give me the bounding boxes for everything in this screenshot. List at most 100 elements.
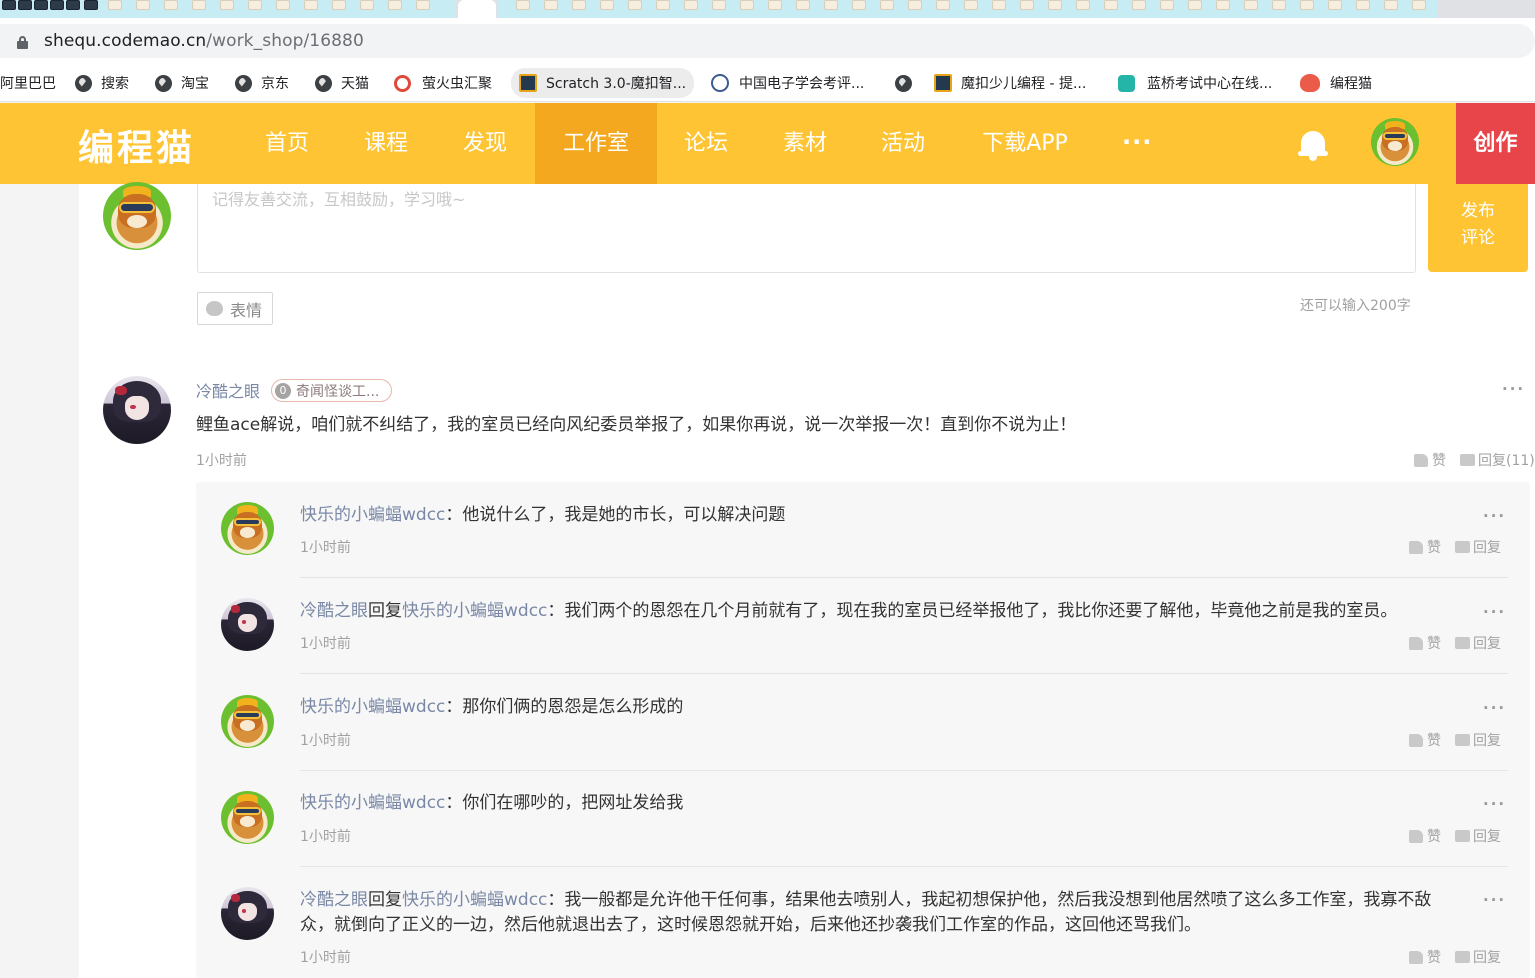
reply-like-button[interactable]: 赞 xyxy=(1409,947,1441,967)
reply-like-button[interactable]: 赞 xyxy=(1409,633,1441,653)
bookmark-cie[interactable]: 中国电子学会考评... xyxy=(711,68,864,98)
bookmark-codemao[interactable]: 编程猫 xyxy=(1300,68,1372,98)
bookmark-lanqiao[interactable]: 蓝桥考试中心在线... xyxy=(1118,68,1272,98)
reply-reply-button[interactable]: 回复 xyxy=(1455,730,1501,750)
bookmark-label: 淘宝 xyxy=(181,76,209,92)
tab-favicon xyxy=(248,0,262,10)
url-input[interactable]: shequ.codemao.cn/work_shop/16880 xyxy=(0,24,1535,58)
reply-time: 1小时前 xyxy=(300,540,351,556)
reply-reply-button[interactable]: 回复 xyxy=(1455,633,1501,653)
reply-reply-button[interactable]: 回复 xyxy=(1455,947,1501,967)
reply-time: 1小时前 xyxy=(300,950,351,966)
bookmark-alibaba[interactable]: 阿里巴巴 xyxy=(0,68,56,98)
reply-divider xyxy=(300,770,1508,771)
reply-author[interactable]: 冷酷之眼 xyxy=(300,890,368,910)
like-label: 赞 xyxy=(1432,453,1446,469)
bookmark-firefly[interactable]: 萤火虫汇聚 xyxy=(394,68,492,98)
nav-events[interactable]: 活动 xyxy=(860,103,946,184)
nav-forum[interactable]: 论坛 xyxy=(663,103,749,184)
site-navbar: 编程猫 首页 课程 发现 工作室 论坛 素材 活动 下载APP ··· xyxy=(0,103,1535,184)
comment-author-avatar[interactable] xyxy=(103,376,171,444)
comment-more-icon[interactable]: ··· xyxy=(1502,380,1525,398)
publish-comment-button[interactable]: 发布 评论 xyxy=(1428,184,1528,272)
bell-icon[interactable] xyxy=(1298,129,1328,161)
reply-author[interactable]: 冷酷之眼 xyxy=(300,601,368,621)
tab-favicon xyxy=(656,0,670,10)
bookmark-search[interactable]: 搜索 xyxy=(75,68,129,98)
reply-more-icon[interactable]: ··· xyxy=(1483,699,1506,717)
tab-favicon xyxy=(1328,0,1342,10)
url-text[interactable]: shequ.codemao.cn/work_shop/16880 xyxy=(44,31,364,51)
reply-target[interactable]: 快乐的小蝙蝠wdcc xyxy=(402,890,547,910)
reply-reply-button[interactable]: 回复 xyxy=(1455,826,1501,846)
reply-avatar[interactable] xyxy=(221,695,274,748)
tab-favicon xyxy=(136,0,150,10)
bookmark-label: 中国电子学会考评... xyxy=(739,76,865,92)
bookmark-globe[interactable] xyxy=(895,68,921,98)
tab-favicon xyxy=(164,0,178,10)
reply-author[interactable]: 快乐的小蝙蝠wdcc xyxy=(300,793,445,813)
reply-author[interactable]: 快乐的小蝙蝠wdcc xyxy=(300,697,445,717)
lock-icon[interactable] xyxy=(17,36,28,49)
bookmark-jd[interactable]: 京东 xyxy=(235,68,289,98)
create-button[interactable]: 创作 xyxy=(1456,103,1535,184)
nav-workshop[interactable]: 工作室 xyxy=(535,103,657,184)
tab-favicon xyxy=(1384,0,1398,10)
bookmark-taobao[interactable]: 淘宝 xyxy=(155,68,209,98)
tab-favicon xyxy=(740,0,754,10)
comment-reply-button[interactable]: 回复(11) xyxy=(1460,450,1535,470)
workshop-badge[interactable]: 0 奇闻怪谈工... xyxy=(271,379,393,402)
more-icon[interactable]: ··· xyxy=(1122,103,1152,184)
bookmark-label: 魔扣少儿编程 - 提... xyxy=(961,76,1087,92)
char-count: 还可以输入200字 xyxy=(1300,298,1411,314)
pinned-tabs[interactable] xyxy=(0,0,456,18)
bookmark-scratch[interactable]: Scratch 3.0-魔扣智... xyxy=(511,68,695,98)
browser-tab-strip[interactable] xyxy=(0,0,1535,18)
user-avatar[interactable] xyxy=(1371,118,1419,166)
cat-emoji-icon xyxy=(206,301,223,316)
active-tab[interactable] xyxy=(458,0,496,18)
tab-favicon xyxy=(824,0,838,10)
reply-more-icon[interactable]: ··· xyxy=(1483,507,1506,525)
site-logo[interactable]: 编程猫 xyxy=(78,119,195,171)
reply-content: 快乐的小蝙蝠wdcc：那你们俩的恩怨是怎么形成的 xyxy=(300,695,683,720)
reply-content: 快乐的小蝙蝠wdcc：他说什么了，我是她的市长，可以解决问题 xyxy=(300,503,785,528)
reply-avatar[interactable] xyxy=(221,598,274,651)
bookmark-label: 天猫 xyxy=(341,76,369,92)
reply-like-button[interactable]: 赞 xyxy=(1409,537,1441,557)
reply-word: 回复 xyxy=(368,890,402,910)
tab-favicon xyxy=(992,0,1006,10)
nav-download-app[interactable]: 下载APP xyxy=(970,103,1080,184)
reply-avatar[interactable] xyxy=(221,502,274,555)
nav-materials[interactable]: 素材 xyxy=(762,103,848,184)
bookmark-mokou[interactable]: 魔扣少儿编程 - 提... xyxy=(934,68,1086,98)
tab-favicon xyxy=(84,0,98,10)
reply-target[interactable]: 快乐的小蝙蝠wdcc xyxy=(402,601,547,621)
composer-avatar xyxy=(103,182,171,250)
url-host: shequ.codemao.cn xyxy=(44,31,207,51)
lanqiao-icon xyxy=(1118,74,1135,92)
reply-like-button[interactable]: 赞 xyxy=(1409,826,1441,846)
reply-icon xyxy=(1460,454,1475,466)
reply-reply-button[interactable]: 回复 xyxy=(1455,537,1501,557)
comment-like-button[interactable]: 赞 xyxy=(1414,450,1446,470)
bookmark-tmall[interactable]: 天猫 xyxy=(315,68,369,98)
background-tabs[interactable] xyxy=(498,0,1438,18)
reply-more-icon[interactable]: ··· xyxy=(1483,795,1506,813)
nav-discover[interactable]: 发现 xyxy=(442,103,528,184)
firefly-icon xyxy=(394,74,411,92)
reply-avatar[interactable] xyxy=(221,887,274,940)
comment-author-name[interactable]: 冷酷之眼 xyxy=(196,378,260,402)
tab-favicon xyxy=(516,0,530,10)
emoji-button[interactable]: 表情 xyxy=(197,292,273,325)
reply-like-button[interactable]: 赞 xyxy=(1409,730,1441,750)
tab-favicon xyxy=(1300,0,1314,10)
nav-courses[interactable]: 课程 xyxy=(343,103,429,184)
bookmark-label: 编程猫 xyxy=(1330,76,1372,92)
reply-avatar[interactable] xyxy=(221,791,274,844)
globe-icon xyxy=(75,74,92,92)
reply-author[interactable]: 快乐的小蝙蝠wdcc xyxy=(300,505,445,525)
reply-more-icon[interactable]: ··· xyxy=(1483,603,1506,621)
reply-more-icon[interactable]: ··· xyxy=(1483,891,1506,909)
nav-home[interactable]: 首页 xyxy=(244,103,330,184)
